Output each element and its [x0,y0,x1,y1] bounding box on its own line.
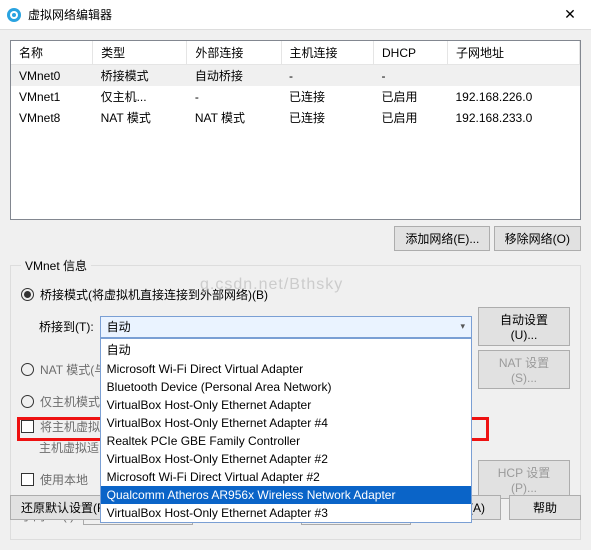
host-adapter-label: 主机虚拟适 [39,439,99,456]
add-network-button[interactable]: 添加网络(E)... [394,226,490,251]
bridge-radio-label: 桥接模式(将虚拟机直接连接到外部网络)(B) [40,286,268,303]
col-header[interactable]: 主机连接 [281,41,373,65]
bridge-to-selected: 自动 [107,318,131,335]
connect-host-label: 将主机虚拟 [40,418,100,435]
nat-radio[interactable] [21,363,34,376]
dropdown-option[interactable]: Bluetooth Device (Personal Area Network) [101,378,471,396]
bridge-to-combo[interactable]: 自动 ▾ [100,316,472,338]
nat-radio-label: NAT 模式(与 [40,361,106,378]
chevron-down-icon: ▾ [460,321,465,332]
col-header[interactable]: DHCP [374,41,448,65]
table-row[interactable]: VMnet0桥接模式自动桥接-- [11,65,580,87]
remove-network-button[interactable]: 移除网络(O) [494,226,581,251]
dropdown-option[interactable]: Microsoft Wi-Fi Direct Virtual Adapter #… [101,468,471,486]
dropdown-option[interactable]: Qualcomm Atheros AR956x Wireless Network… [101,486,471,504]
dropdown-option[interactable]: VirtualBox Host-Only Ethernet Adapter #2 [101,450,471,468]
bridge-to-dropdown[interactable]: 自动Microsoft Wi-Fi Direct Virtual Adapter… [100,338,472,523]
vmnet-info-legend: VMnet 信息 [21,257,91,274]
col-header[interactable]: 外部连接 [187,41,281,65]
table-row[interactable]: VMnet8NAT 模式NAT 模式已连接已启用192.168.233.0 [11,107,580,128]
bridge-radio[interactable] [21,288,34,301]
nat-settings-button: NAT 设置(S)... [478,350,570,389]
dropdown-option[interactable]: VirtualBox Host-Only Ethernet Adapter #4 [101,414,471,432]
dropdown-option[interactable]: VirtualBox Host-Only Ethernet Adapter [101,396,471,414]
hostonly-radio[interactable] [21,395,34,408]
close-button[interactable]: ✕ [555,2,585,28]
titlebar: 虚拟网络编辑器 ✕ [0,0,591,30]
dropdown-option[interactable]: 自动 [101,339,471,360]
dropdown-option[interactable]: Microsoft Wi-Fi Direct Virtual Adapter [101,360,471,378]
network-table[interactable]: 名称类型外部连接主机连接DHCP子网地址 VMnet0桥接模式自动桥接--VMn… [10,40,581,220]
help-button[interactable]: 帮助 [509,495,581,520]
col-header[interactable]: 子网地址 [448,41,580,65]
dropdown-option[interactable]: Realtek PCIe GBE Family Controller [101,432,471,450]
window-title: 虚拟网络编辑器 [28,6,555,23]
app-icon [6,7,22,23]
col-header[interactable]: 类型 [93,41,187,65]
table-row[interactable]: VMnet1仅主机...-已连接已启用192.168.226.0 [11,86,580,107]
connect-host-checkbox[interactable] [21,420,34,433]
dropdown-option[interactable]: VirtualBox Host-Only Ethernet Adapter #3 [101,504,471,522]
bridge-to-label: 桥接到(T): [39,318,94,335]
col-header[interactable]: 名称 [11,41,93,65]
auto-settings-button[interactable]: 自动设置(U)... [478,307,570,346]
hostonly-radio-label: 仅主机模式 [40,393,100,410]
